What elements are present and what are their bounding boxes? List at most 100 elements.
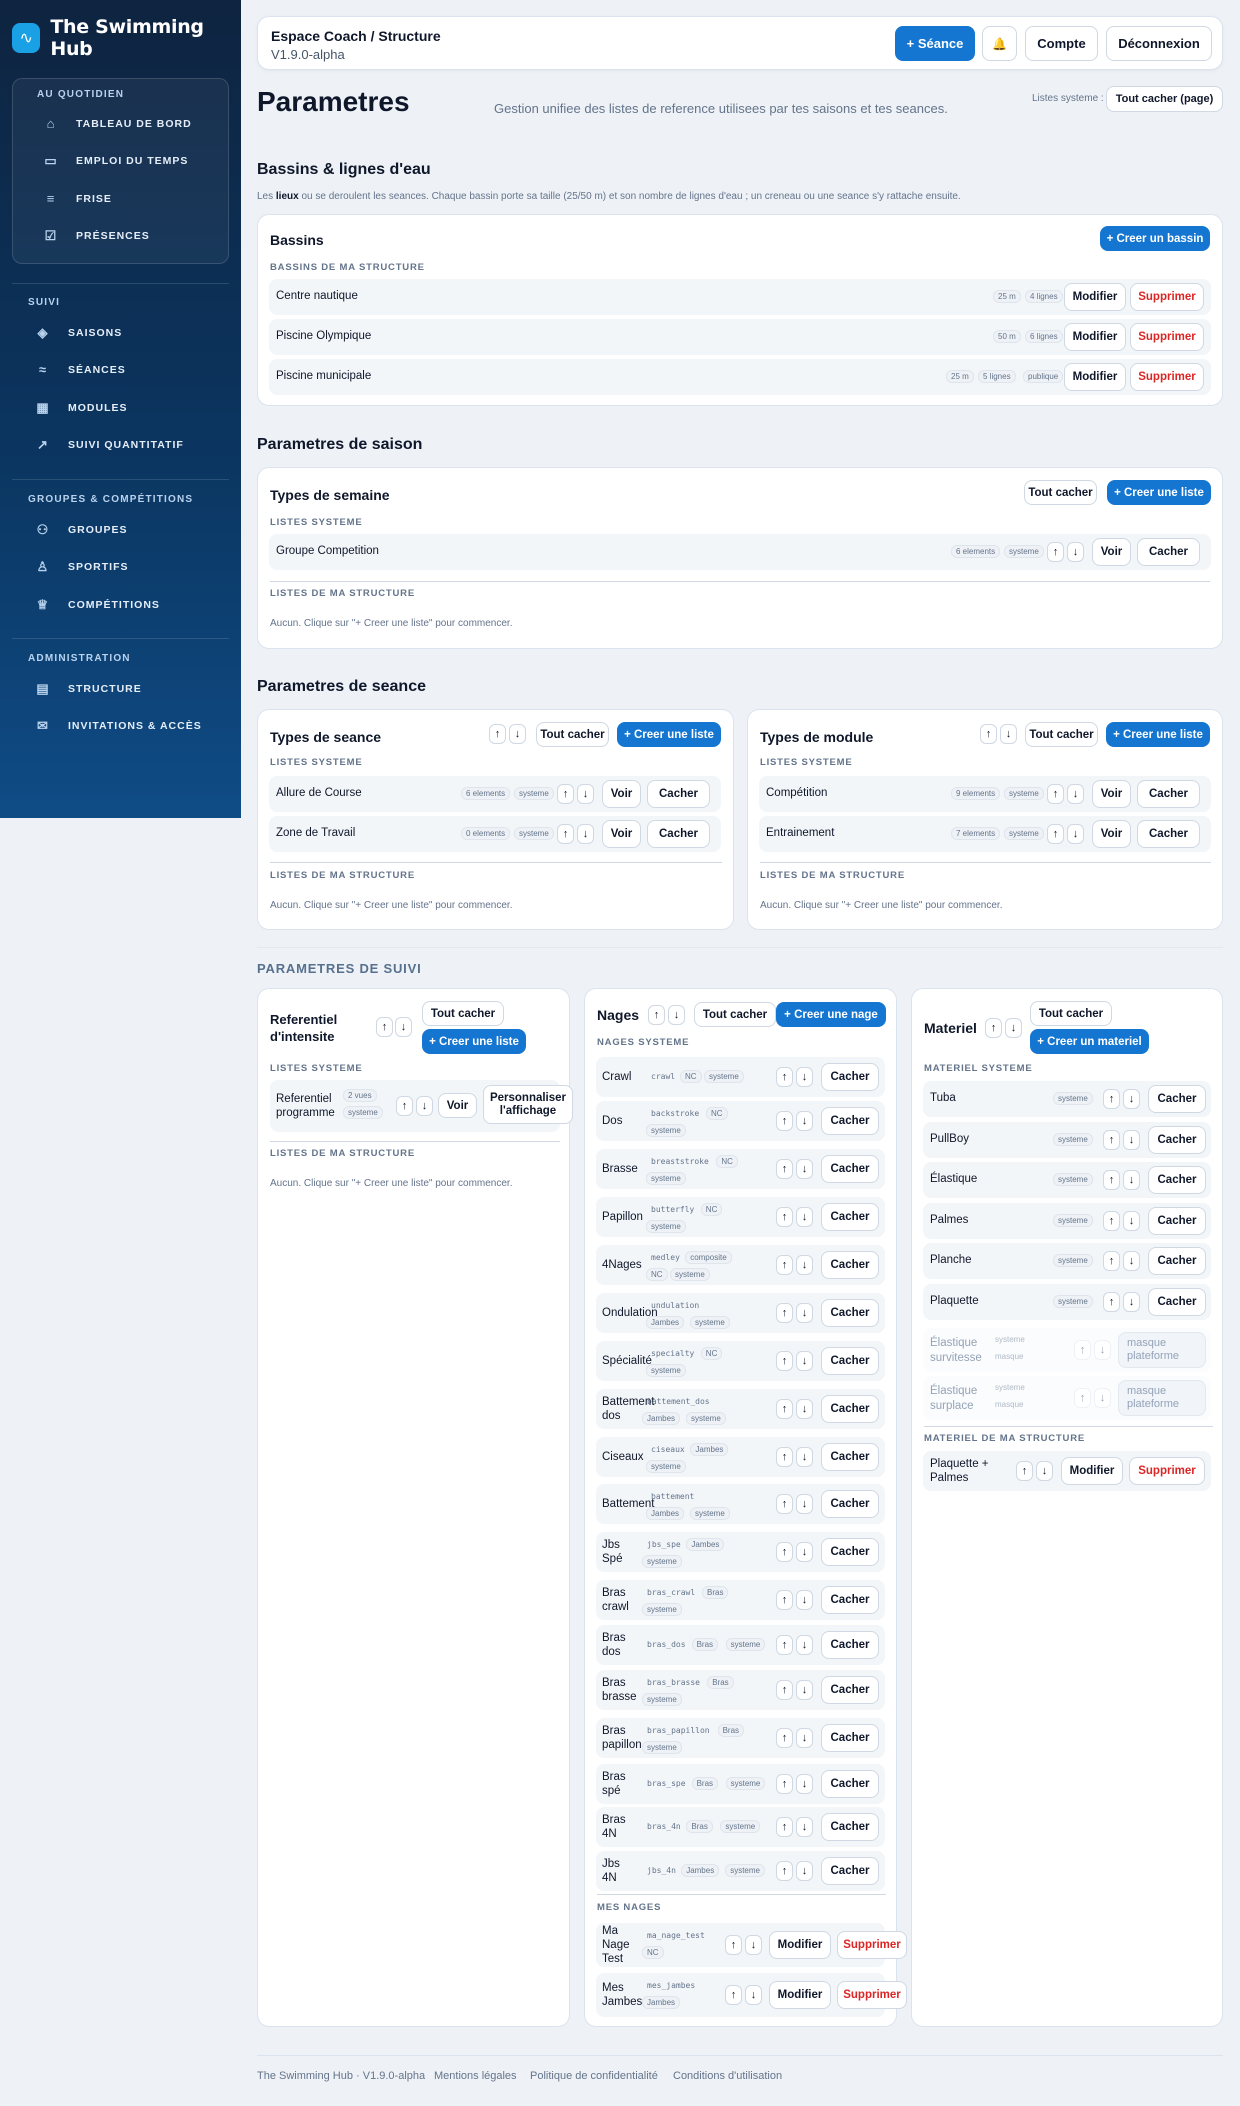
create-pool-button[interactable]: + Creer un bassin <box>1100 226 1210 251</box>
nav-quant-tracking[interactable]: ↗ SUIVI QUANTITATIF <box>36 435 184 455</box>
move-down-button[interactable]: ↓ <box>1123 1210 1140 1231</box>
hide-button[interactable]: Cacher <box>821 1155 879 1183</box>
hide-all-page-button[interactable]: Tout cacher (page) <box>1106 86 1223 112</box>
move-up-button[interactable]: ↑ <box>1047 784 1064 804</box>
view-button[interactable]: Voir <box>1092 538 1131 566</box>
move-up-button[interactable]: ↑ <box>776 1861 793 1881</box>
move-up-button[interactable]: ↑ <box>776 1635 793 1655</box>
hide-button[interactable]: Cacher <box>1148 1287 1206 1316</box>
nav-invitations[interactable]: ✉ INVITATIONS & ACCÈS <box>36 716 202 736</box>
hide-all-button[interactable]: Tout cacher <box>1024 480 1097 505</box>
hide-button[interactable]: Cacher <box>821 1490 879 1518</box>
move-down-button[interactable]: ↓ <box>416 1096 433 1116</box>
move-up-button[interactable]: ↑ <box>776 1590 793 1610</box>
move-up-button[interactable]: ↑ <box>1103 1210 1120 1231</box>
footer-terms-link[interactable]: Conditions d'utilisation <box>673 2070 782 2082</box>
move-up-button[interactable]: ↑ <box>396 1096 413 1116</box>
move-down-button[interactable]: ↓ <box>1067 784 1084 804</box>
nav-seasons[interactable]: ◈ SAISONS <box>36 323 122 343</box>
hide-button[interactable]: Cacher <box>1137 538 1200 566</box>
view-button[interactable]: Voir <box>438 1093 477 1118</box>
view-button[interactable]: Voir <box>1092 780 1131 808</box>
move-up-button[interactable]: ↑ <box>776 1542 793 1562</box>
hide-button[interactable]: Cacher <box>821 1770 879 1798</box>
move-down-button[interactable]: ↓ <box>796 1447 813 1467</box>
view-button[interactable]: Voir <box>602 820 641 848</box>
view-button[interactable]: Voir <box>602 780 641 808</box>
move-down-button[interactable]: ↓ <box>1036 1461 1053 1481</box>
move-down-button[interactable]: ↓ <box>796 1111 813 1131</box>
hide-all-button[interactable]: Tout cacher <box>694 1002 776 1027</box>
delete-button[interactable]: Supprimer <box>1130 283 1204 311</box>
move-up-button[interactable]: ↑ <box>980 724 997 744</box>
nav-athletes[interactable]: ♙ SPORTIFS <box>36 557 129 577</box>
create-list-button[interactable]: + Creer une liste <box>1106 722 1210 747</box>
move-down-button[interactable]: ↓ <box>796 1255 813 1275</box>
nav-competitions[interactable]: ♕ COMPÉTITIONS <box>36 595 160 615</box>
move-up-button[interactable]: ↑ <box>776 1159 793 1179</box>
move-up-button[interactable]: ↑ <box>1103 1251 1120 1271</box>
hide-button[interactable]: Cacher <box>1137 820 1200 848</box>
nav-dashboard[interactable]: ⌂ TABLEAU DE BORD <box>44 114 192 134</box>
move-down-button[interactable]: ↓ <box>577 824 594 844</box>
move-up-button[interactable]: ↑ <box>985 1018 1002 1038</box>
nav-sessions[interactable]: ≈ SÉANCES <box>36 360 126 380</box>
move-down-button[interactable]: ↓ <box>1094 1388 1111 1408</box>
move-down-button[interactable]: ↓ <box>796 1728 813 1748</box>
hide-button[interactable]: Cacher <box>1148 1125 1206 1154</box>
move-down-button[interactable]: ↓ <box>745 1985 762 2005</box>
move-up-button[interactable]: ↑ <box>776 1351 793 1371</box>
hide-all-button[interactable]: Tout cacher <box>422 1001 504 1026</box>
hide-button[interactable]: Cacher <box>821 1676 879 1704</box>
hide-button[interactable]: Cacher <box>821 1347 879 1375</box>
move-down-button[interactable]: ↓ <box>1094 1340 1111 1360</box>
nav-schedule[interactable]: ▭ EMPLOI DU TEMPS <box>44 151 188 171</box>
move-down-button[interactable]: ↓ <box>796 1067 813 1087</box>
move-down-button[interactable]: ↓ <box>796 1494 813 1514</box>
move-down-button[interactable]: ↓ <box>796 1680 813 1700</box>
hide-all-button[interactable]: Tout cacher <box>1025 722 1098 747</box>
move-up-button[interactable]: ↑ <box>648 1005 665 1025</box>
hide-button[interactable]: Cacher <box>821 1813 879 1841</box>
move-up-button[interactable]: ↑ <box>557 784 574 804</box>
move-down-button[interactable]: ↓ <box>796 1303 813 1323</box>
move-up-button[interactable]: ↑ <box>776 1255 793 1275</box>
view-button[interactable]: Voir <box>1092 820 1131 848</box>
move-down-button[interactable]: ↓ <box>1000 724 1017 744</box>
hide-button[interactable]: Cacher <box>821 1395 879 1423</box>
create-list-button[interactable]: + Creer une liste <box>1107 480 1211 505</box>
delete-button[interactable]: Supprimer <box>1130 323 1204 351</box>
move-up-button[interactable]: ↑ <box>776 1494 793 1514</box>
create-equipment-button[interactable]: + Creer un materiel <box>1030 1029 1149 1054</box>
move-down-button[interactable]: ↓ <box>796 1351 813 1371</box>
move-down-button[interactable]: ↓ <box>745 1935 762 1955</box>
move-up-button[interactable]: ↑ <box>557 824 574 844</box>
new-session-button[interactable]: + Séance <box>895 26 975 61</box>
move-down-button[interactable]: ↓ <box>1123 1170 1140 1190</box>
move-down-button[interactable]: ↓ <box>1123 1291 1140 1312</box>
hide-button[interactable]: Cacher <box>1148 1085 1206 1113</box>
move-up-button[interactable]: ↑ <box>1047 824 1064 844</box>
hide-button[interactable]: Cacher <box>1137 780 1200 808</box>
nav-structure[interactable]: ▤ STRUCTURE <box>36 679 142 699</box>
hide-button[interactable]: Cacher <box>821 1857 879 1885</box>
move-up-button[interactable]: ↑ <box>776 1680 793 1700</box>
hide-button[interactable]: Cacher <box>821 1203 879 1231</box>
logout-button[interactable]: Déconnexion <box>1106 26 1212 61</box>
edit-button[interactable]: Modifier <box>769 1981 831 2009</box>
move-down-button[interactable]: ↓ <box>796 1817 813 1837</box>
move-up-button[interactable]: ↑ <box>776 1817 793 1837</box>
nav-modules[interactable]: ▦ MODULES <box>36 398 128 418</box>
delete-button[interactable]: Supprimer <box>1130 363 1204 391</box>
move-up-button[interactable]: ↑ <box>725 1985 742 2005</box>
edit-button[interactable]: Modifier <box>1064 283 1126 311</box>
footer-legal-link[interactable]: Mentions légales <box>434 2070 517 2082</box>
nav-groups[interactable]: ⚇ GROUPES <box>36 520 128 540</box>
hide-button[interactable]: Cacher <box>1148 1206 1206 1235</box>
move-up-button[interactable]: ↑ <box>1074 1340 1091 1360</box>
move-up-button[interactable]: ↑ <box>725 1935 742 1955</box>
move-up-button[interactable]: ↑ <box>776 1303 793 1323</box>
hide-button[interactable]: Cacher <box>1148 1166 1206 1194</box>
hide-all-button[interactable]: Tout cacher <box>536 722 609 747</box>
move-down-button[interactable]: ↓ <box>796 1159 813 1179</box>
